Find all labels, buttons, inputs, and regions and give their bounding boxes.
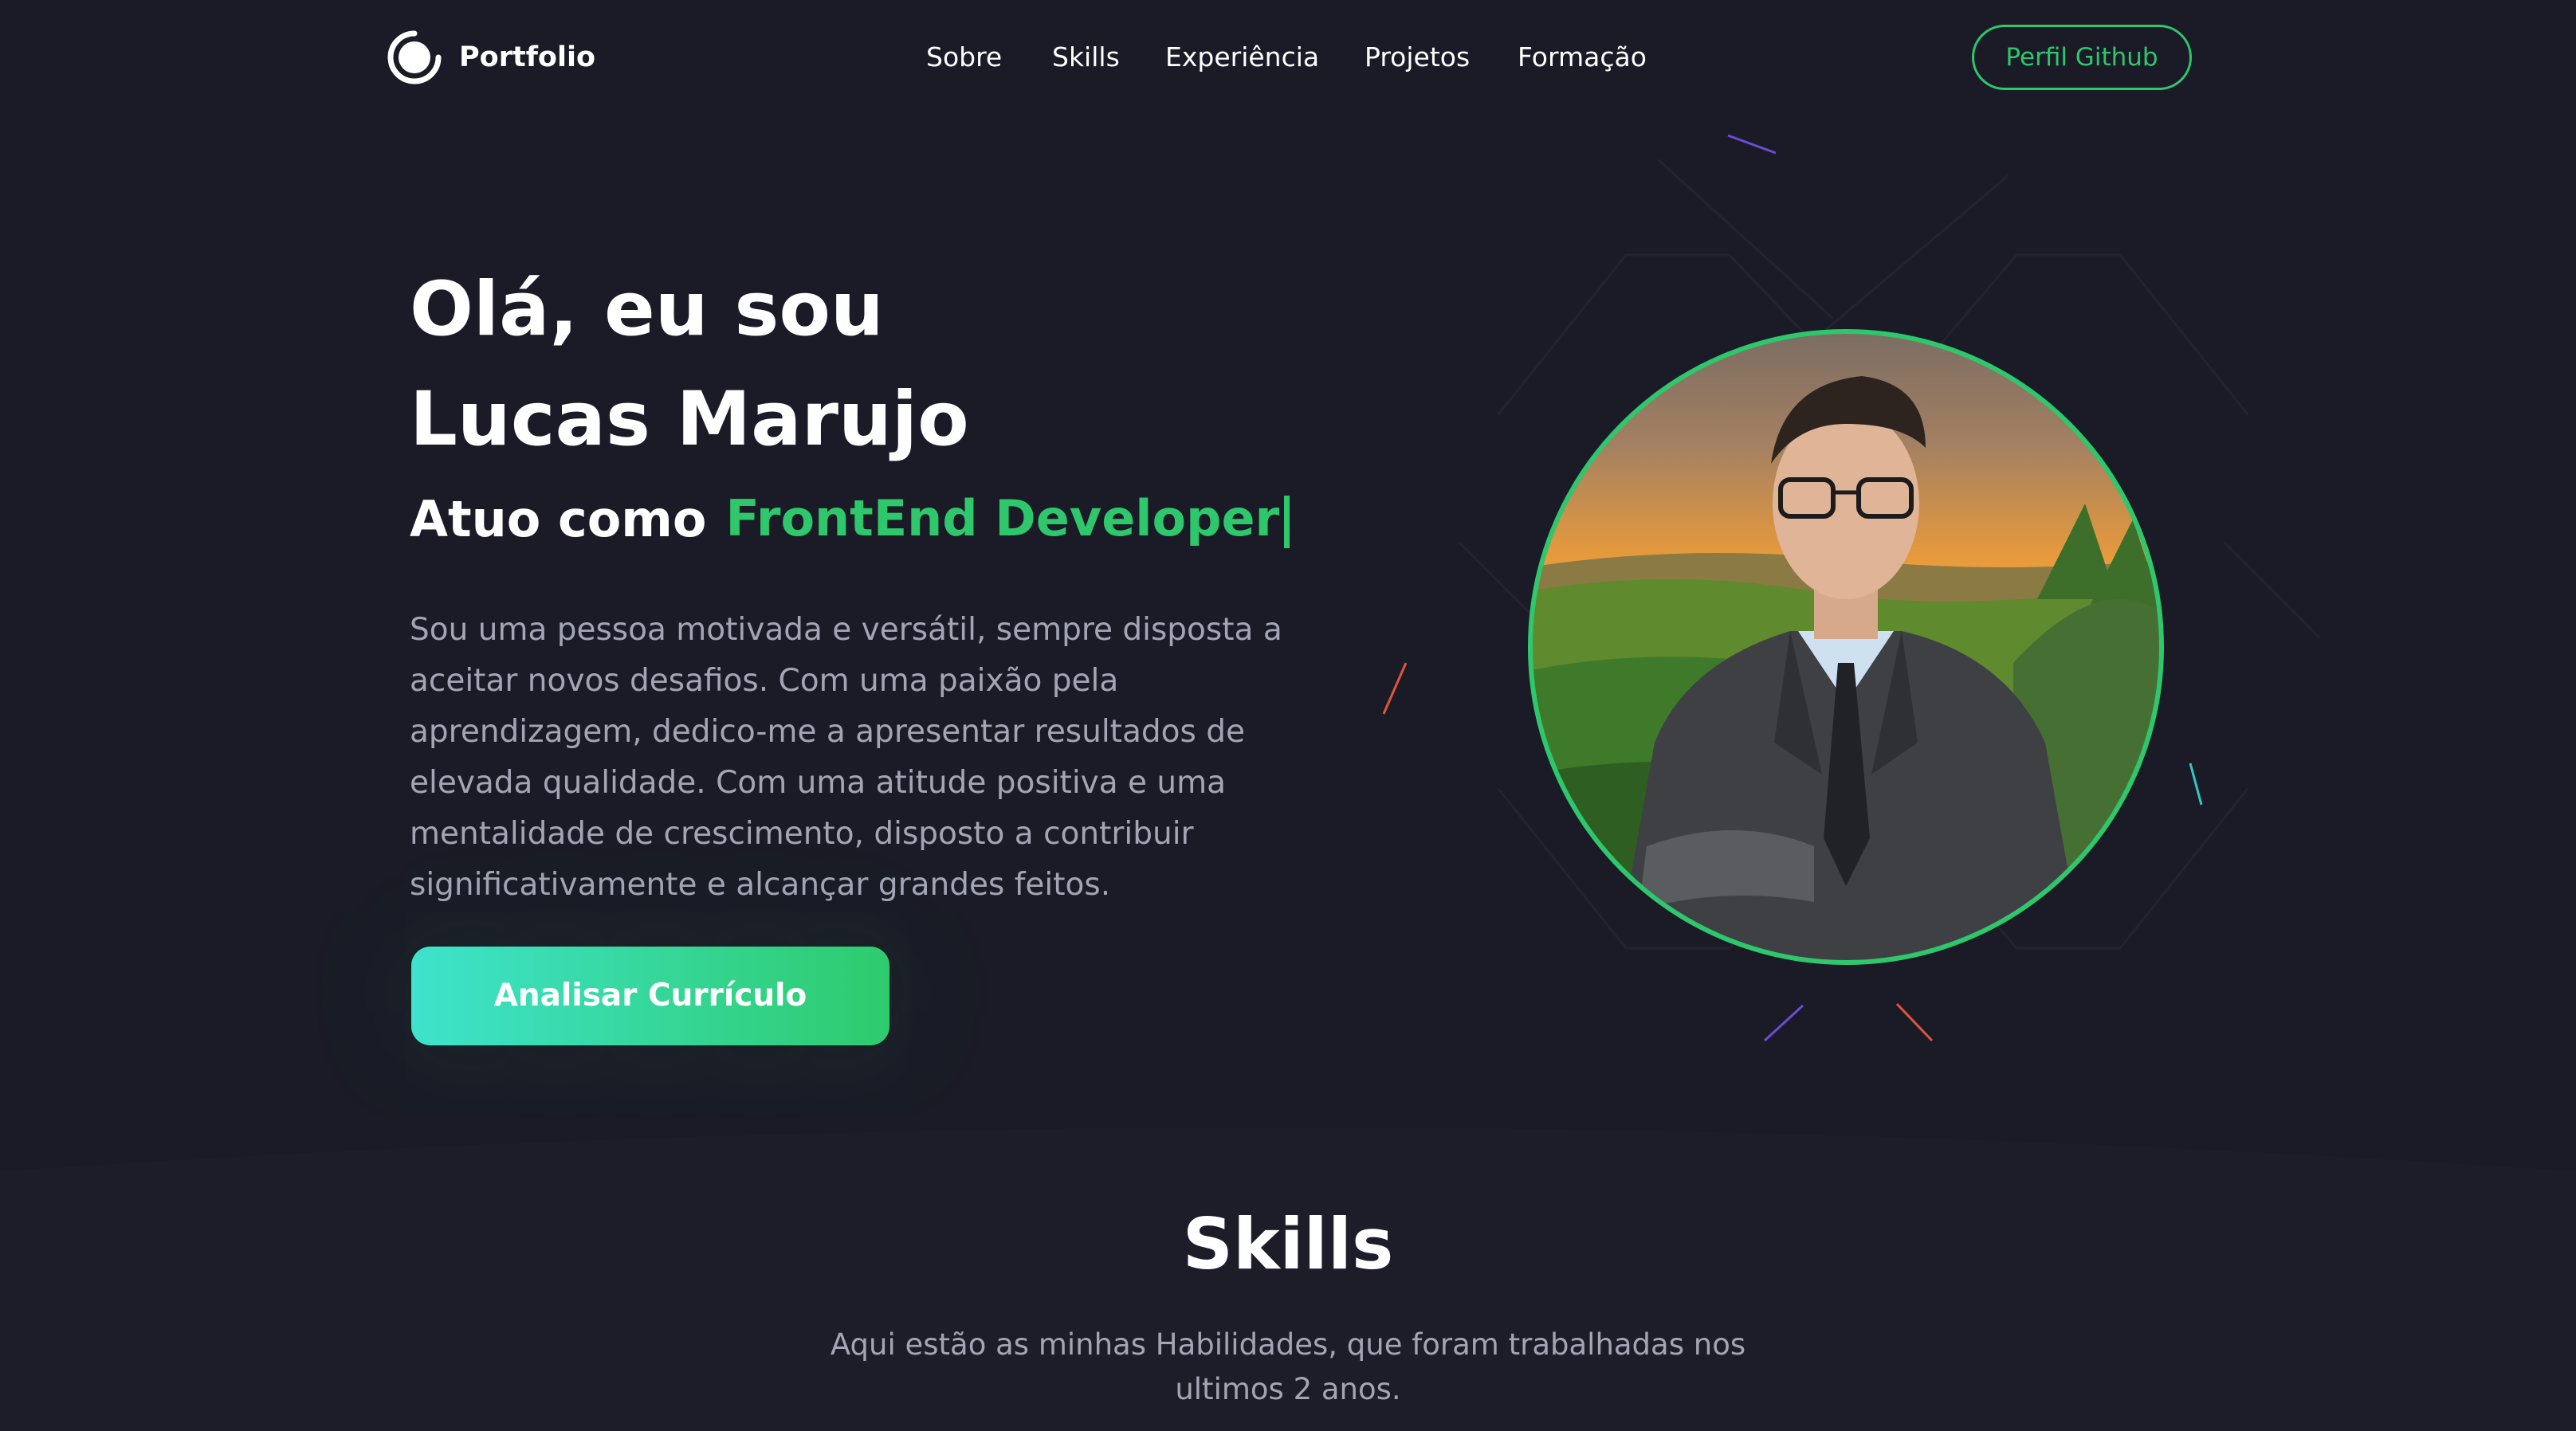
greeting-line: Olá, eu sou (410, 266, 884, 353)
nav-item-projetos[interactable]: Projetos (1365, 33, 1470, 81)
profile-photo (1528, 329, 2164, 965)
nav-item-experiencia[interactable]: Experiência (1165, 33, 1319, 81)
skills-subtitle: Aqui estão as minhas Habilidades, que fo… (830, 1327, 1746, 1406)
bio-text: Sou uma pessoa motivada e versátil, semp… (410, 612, 1282, 903)
nav-item-formacao[interactable]: Formação (1518, 33, 1647, 81)
developer-name: Lucas Marujo (410, 376, 969, 463)
role-value: FrontEnd Developer (725, 489, 1290, 548)
skills-title: Skills (1182, 1203, 1394, 1285)
hero-heading: Olá, eu sou Lucas Marujo (410, 255, 969, 475)
role-prefix: Atuo como (410, 489, 707, 548)
view-resume-button[interactable]: Analisar Currículo (411, 947, 889, 1045)
nav-item-sobre[interactable]: Sobre (926, 33, 1002, 81)
github-profile-button[interactable]: Perfil Github (1972, 25, 2192, 90)
typing-cursor (1284, 495, 1290, 548)
portfolio-page: Portfolio Sobre Skills Experiência Proje… (0, 0, 2576, 1431)
role-line: Atuo como FrontEnd Developer (410, 483, 1290, 555)
typed-role-text: FrontEnd Developer (725, 489, 1280, 548)
nav-item-skills[interactable]: Skills (1052, 33, 1120, 81)
